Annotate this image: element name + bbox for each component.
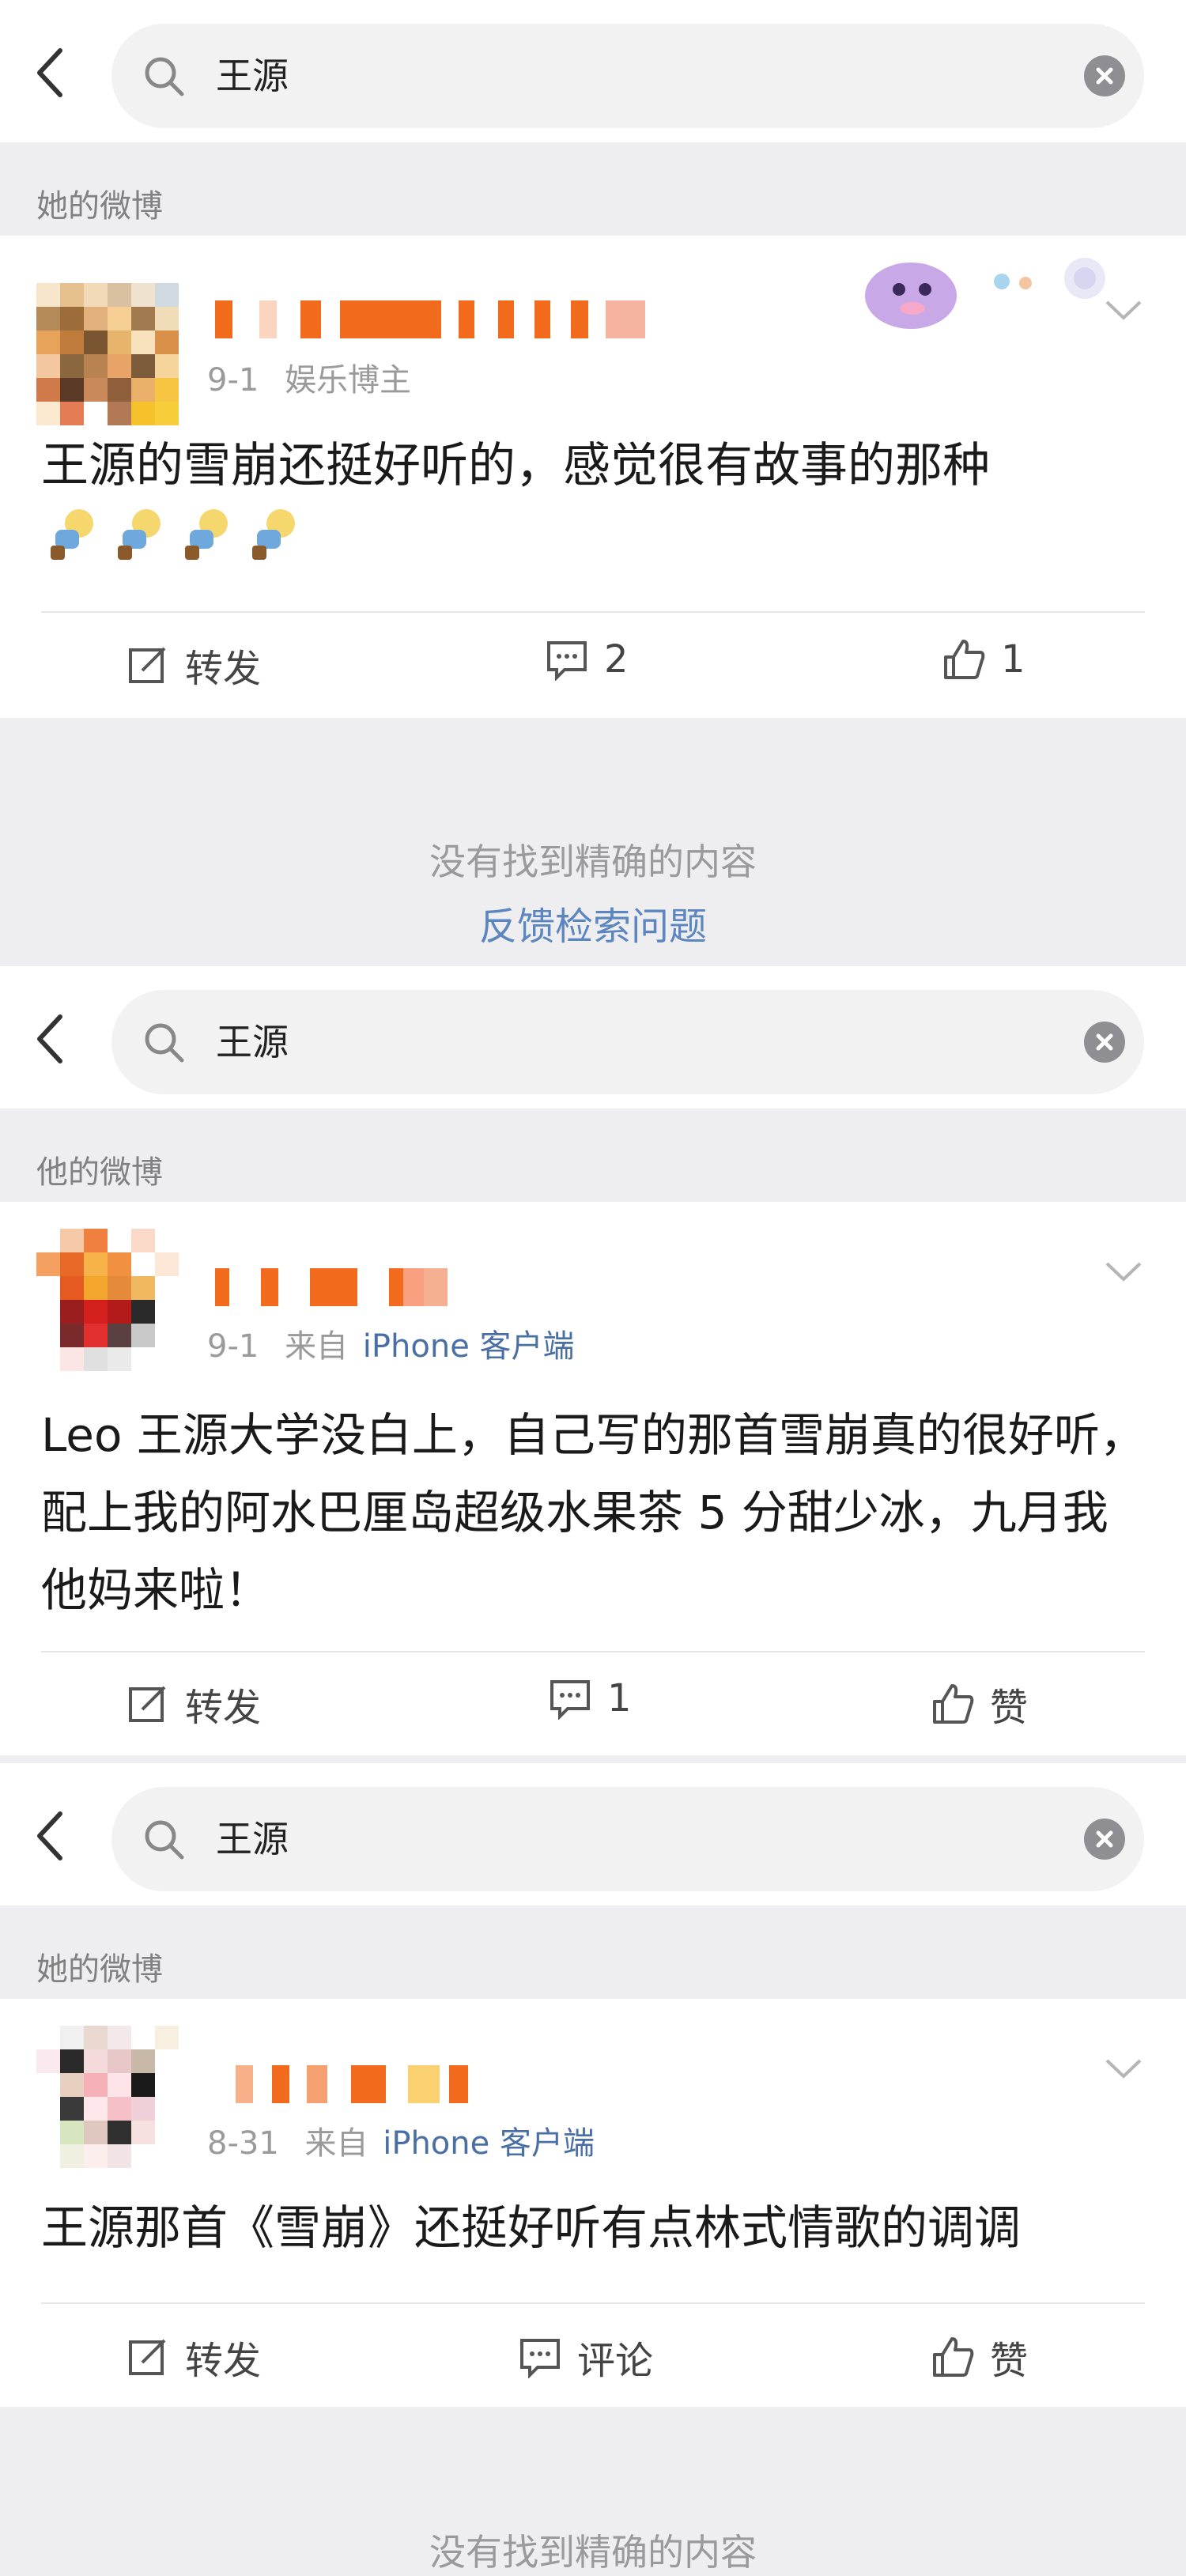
search-input[interactable]: 王源 bbox=[111, 990, 1144, 1094]
like-icon bbox=[933, 1684, 974, 1724]
repost-label: 转发 bbox=[185, 2339, 262, 2383]
post-source-prefix: 来自 bbox=[285, 1328, 349, 1365]
emoji-icon bbox=[176, 506, 235, 565]
search-icon bbox=[145, 1023, 184, 1063]
like-icon bbox=[944, 640, 985, 679]
repost-icon bbox=[129, 1686, 166, 1722]
comment-button[interactable]: 评论 bbox=[519, 2329, 653, 2385]
search-icon bbox=[145, 1820, 184, 1860]
comment-icon bbox=[550, 1680, 590, 1720]
like-button[interactable]: 赞 bbox=[931, 1676, 1028, 1732]
like-count: 1 bbox=[1001, 637, 1025, 682]
avatar[interactable] bbox=[36, 1229, 179, 1371]
post-source[interactable]: iPhone 客户端 bbox=[363, 1328, 575, 1365]
like-icon bbox=[933, 2337, 974, 2377]
clear-icon[interactable] bbox=[1084, 1022, 1125, 1063]
repost-button[interactable]: 转发 bbox=[127, 2329, 261, 2385]
emoji-icon bbox=[41, 506, 100, 565]
like-button[interactable]: 赞 bbox=[931, 2329, 1028, 2385]
chevron-down-icon[interactable] bbox=[1104, 1260, 1143, 1284]
comment-count: 1 bbox=[607, 1676, 632, 1720]
comment-icon bbox=[547, 641, 587, 681]
repost-label: 转发 bbox=[185, 1686, 262, 1730]
avatar[interactable] bbox=[36, 2026, 179, 2168]
post-time: 8-31 bbox=[207, 2125, 279, 2162]
clear-icon[interactable] bbox=[1084, 1819, 1125, 1860]
post-text: Leo 王源大学没白上，自己写的那首雪崩真的很好听，配上我的阿水巴厘岛超级水果茶… bbox=[41, 1408, 1146, 1617]
post-meta: 8-31 来自 iPhone 客户端 bbox=[207, 2117, 595, 2163]
not-found-message: 没有找到精确的内容 bbox=[429, 2531, 757, 2574]
search-query: 王源 bbox=[216, 55, 289, 97]
comment-label: 评论 bbox=[577, 2339, 654, 2383]
post-card[interactable]: 9-1 娱乐博主 王源的雪崩还挺好听的，感觉很有故事的那种 转发 2 1 bbox=[0, 236, 1186, 718]
post-source: 娱乐博主 bbox=[285, 362, 412, 398]
post-card[interactable]: 8-31 来自 iPhone 客户端 王源那首《雪崩》还挺好听有点林式情歌的调调… bbox=[0, 1999, 1186, 2407]
back-arrow-icon[interactable] bbox=[33, 1811, 65, 1861]
comment-count: 2 bbox=[604, 637, 629, 682]
divider bbox=[41, 2302, 1145, 2304]
repost-label: 转发 bbox=[185, 647, 262, 691]
emoji-row bbox=[41, 506, 302, 565]
avatar[interactable] bbox=[36, 283, 179, 425]
search-query: 王源 bbox=[216, 1021, 289, 1063]
repost-button[interactable]: 转发 bbox=[127, 1676, 261, 1732]
like-button[interactable]: 1 bbox=[942, 637, 1025, 682]
username-redacted[interactable] bbox=[215, 1268, 448, 1306]
repost-icon bbox=[129, 2339, 166, 2375]
post-source[interactable]: iPhone 客户端 bbox=[383, 2125, 595, 2162]
post-card[interactable]: 9-1 来自 iPhone 客户端 Leo 王源大学没白上，自己写的那首雪崩真的… bbox=[0, 1202, 1186, 1755]
repost-icon bbox=[129, 647, 166, 683]
username-redacted[interactable] bbox=[236, 2065, 468, 2103]
post-source-prefix: 来自 bbox=[304, 2125, 368, 2162]
section-label: 她的微博 bbox=[36, 1951, 163, 1988]
chevron-down-icon[interactable] bbox=[1104, 2057, 1143, 2081]
emoji-icon bbox=[108, 506, 168, 565]
back-arrow-icon[interactable] bbox=[33, 47, 65, 98]
post-meta: 9-1 来自 iPhone 客户端 bbox=[207, 1320, 575, 1366]
fan-badge-decoration bbox=[856, 250, 1124, 337]
section-label: 她的微博 bbox=[36, 188, 163, 225]
search-header: 王源 bbox=[0, 966, 1186, 1109]
comment-icon bbox=[520, 2339, 560, 2378]
post-time: 9-1 bbox=[207, 1328, 259, 1365]
username-redacted[interactable] bbox=[215, 300, 645, 338]
post-text: 王源那首《雪崩》还挺好听有点林式情歌的调调 bbox=[41, 2200, 1022, 2255]
chevron-down-icon[interactable] bbox=[1104, 299, 1143, 323]
like-label: 赞 bbox=[990, 1686, 1029, 1730]
like-label: 赞 bbox=[990, 2339, 1029, 2383]
back-arrow-icon[interactable] bbox=[33, 1014, 65, 1064]
repost-button[interactable]: 转发 bbox=[127, 637, 261, 693]
emoji-icon bbox=[243, 506, 302, 565]
not-found-message: 没有找到精确的内容 bbox=[429, 840, 757, 883]
clear-icon[interactable] bbox=[1084, 55, 1125, 96]
search-icon bbox=[145, 57, 184, 96]
search-query: 王源 bbox=[216, 1818, 289, 1860]
search-header: 王源 bbox=[0, 1763, 1186, 1906]
post-meta: 9-1 娱乐博主 bbox=[207, 354, 411, 400]
search-input[interactable]: 王源 bbox=[111, 1787, 1144, 1891]
search-input[interactable]: 王源 bbox=[111, 24, 1144, 128]
divider bbox=[41, 1651, 1145, 1652]
divider bbox=[41, 611, 1145, 613]
feedback-link[interactable]: 反馈检索问题 bbox=[0, 895, 1186, 950]
post-text: 王源的雪崩还挺好听的，感觉很有故事的那种 bbox=[41, 438, 990, 493]
search-header: 王源 bbox=[0, 0, 1186, 142]
comment-button[interactable]: 1 bbox=[549, 1676, 632, 1720]
post-time: 9-1 bbox=[207, 362, 259, 398]
section-label: 他的微博 bbox=[36, 1154, 163, 1191]
comment-button[interactable]: 2 bbox=[546, 637, 629, 682]
